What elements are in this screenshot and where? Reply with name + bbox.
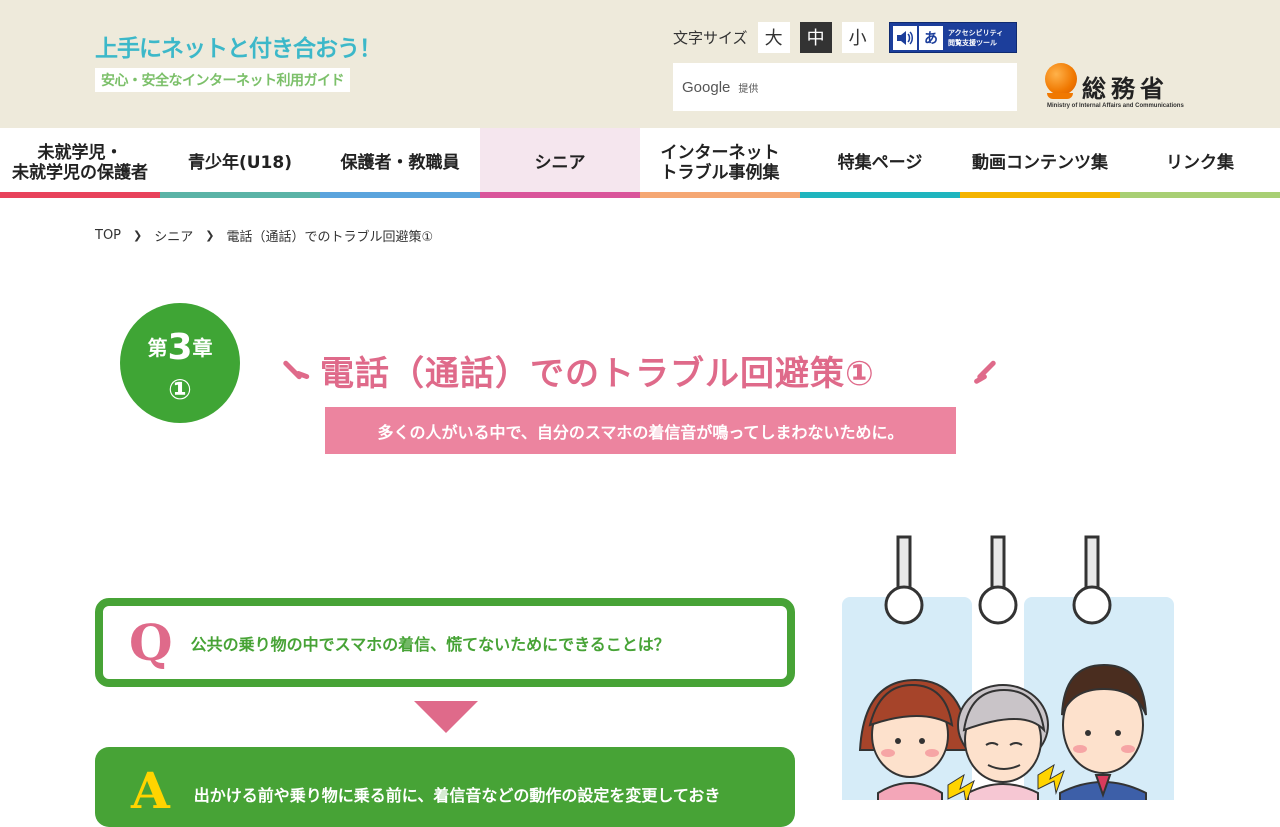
font-size-small-button[interactable]: 小 bbox=[841, 21, 874, 53]
site-logo[interactable]: 上手にネットと付き合おう！ 安心・安全なインターネット利用ガイド bbox=[95, 34, 382, 92]
breadcrumb-current: 電話（通話）でのトラブル回避策① bbox=[226, 230, 434, 245]
search-provided-label: 提供 bbox=[738, 83, 759, 95]
nav-item-2[interactable]: 保護者・教職員 bbox=[320, 128, 480, 198]
nav-item-4[interactable]: インターネット トラブル事例集 bbox=[640, 128, 800, 198]
question-text: 公共の乗り物の中でスマホの着信、慌てないためにできることは？ bbox=[190, 634, 670, 654]
ministry-emblem-icon bbox=[1045, 63, 1077, 95]
breadcrumb: TOP ❯ シニア ❯ 電話（通話）でのトラブル回避策① bbox=[95, 226, 433, 245]
page-subtitle: 多くの人がいる中で、自分のスマホの着信音が鳴ってしまわないために。 bbox=[325, 407, 956, 454]
nav-item-1[interactable]: 青少年(U18) bbox=[160, 128, 320, 198]
title-decoration-left bbox=[282, 359, 303, 381]
nav-item-3[interactable]: シニア bbox=[480, 128, 640, 198]
speaker-icon bbox=[893, 25, 917, 50]
main-nav: 未就学児・ 未就学児の保護者 青少年(U18) 保護者・教職員 シニア インターネット … bbox=[0, 128, 1280, 198]
ministry-logo[interactable]: 総務省 Ministry of Internal Affairs and Com… bbox=[1045, 63, 1187, 113]
nav-item-5[interactable]: 特集ページ bbox=[800, 128, 960, 198]
nav-item-6[interactable]: 動画コンテンツ集 bbox=[960, 128, 1120, 198]
breadcrumb-senior[interactable]: シニア bbox=[154, 226, 193, 245]
font-size-selector: 文字サイズ 大 中 小 bbox=[673, 21, 884, 53]
answer-text: 出かける前や乗り物に乗る前に、着信音などの動作の設定を変更しておき bbox=[193, 786, 721, 805]
chevron-right-icon: ❯ bbox=[205, 229, 215, 242]
page-title: 電話（通話）でのトラブル回避策① bbox=[320, 354, 875, 394]
logo-subtitle: 安心・安全なインターネット利用ガイド bbox=[95, 68, 350, 92]
hiragana-a-icon: あ bbox=[919, 25, 943, 50]
search-input[interactable]: Google 提供 bbox=[673, 63, 1017, 111]
chapter-sub: ① bbox=[168, 373, 192, 406]
google-logo: Google bbox=[682, 78, 731, 96]
chapter-number: 3 bbox=[167, 327, 193, 368]
logo-title: 上手にネットと付き合おう！ bbox=[95, 36, 382, 62]
ministry-name: 総務省 bbox=[1082, 75, 1169, 103]
title-decoration-right bbox=[973, 373, 988, 385]
answer-box: A 出かける前や乗り物に乗る前に、着信音などの動作の設定を変更しておき bbox=[95, 747, 795, 827]
answer-mark: A bbox=[131, 761, 170, 820]
font-size-large-button[interactable]: 大 bbox=[757, 21, 790, 53]
question-box: Q 公共の乗り物の中でスマホの着信、慌てないためにできることは？ bbox=[95, 598, 795, 687]
site-header: 上手にネットと付き合おう！ 安心・安全なインターネット利用ガイド 文字サイズ 大… bbox=[0, 0, 1280, 128]
chevron-right-icon: ❯ bbox=[133, 229, 143, 242]
nav-item-0[interactable]: 未就学児・ 未就学児の保護者 bbox=[0, 128, 160, 198]
accessibility-tool-button[interactable]: あ アクセシビリティ 閲覧支援ツール bbox=[889, 22, 1017, 53]
chapter-badge: 第3章 ① bbox=[120, 303, 240, 423]
font-size-label: 文字サイズ bbox=[673, 28, 748, 47]
ministry-english-name: Ministry of Internal Affairs and Communi… bbox=[1047, 103, 1184, 109]
arrow-down-icon bbox=[414, 701, 478, 733]
question-mark: Q bbox=[129, 613, 173, 672]
nav-item-7[interactable]: リンク集 bbox=[1120, 128, 1280, 198]
train-passengers-illustration bbox=[842, 535, 1174, 800]
breadcrumb-top[interactable]: TOP bbox=[95, 228, 121, 243]
accessibility-label: アクセシビリティ 閲覧支援ツール bbox=[948, 28, 1004, 47]
font-size-medium-button[interactable]: 中 bbox=[799, 21, 832, 53]
